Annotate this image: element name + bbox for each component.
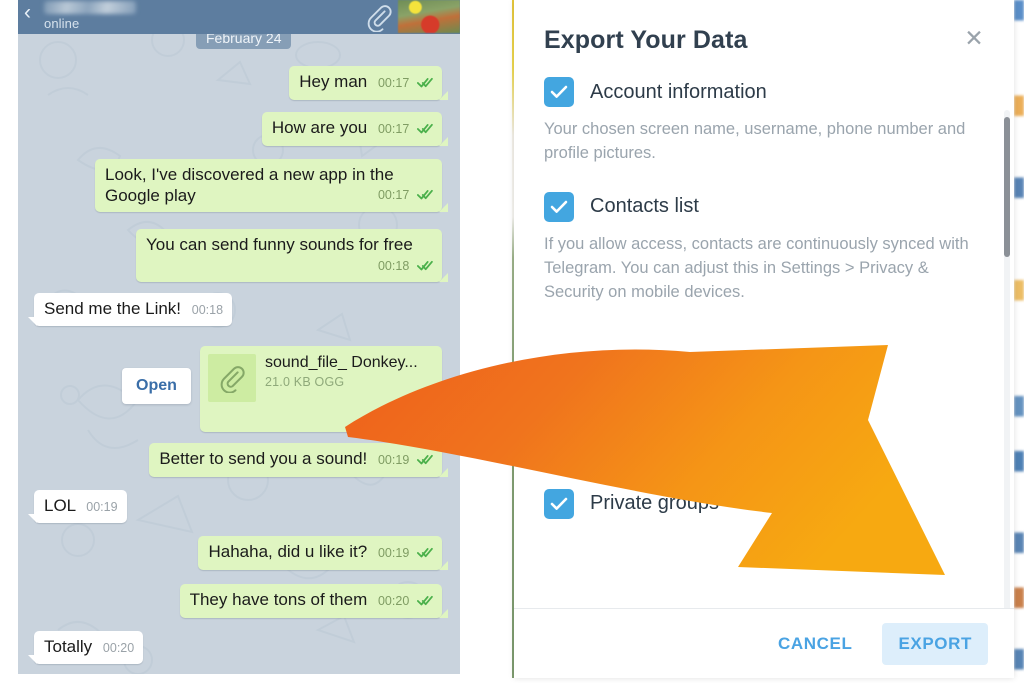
- option-bot-chats[interactable]: Bot chats: [544, 438, 984, 469]
- option-description: Your chosen screen name, username, phone…: [544, 120, 966, 162]
- dialog-footer: CANCEL EXPORT: [514, 608, 1014, 678]
- export-data-dialog: Export Your Data ✕ Account information Y…: [514, 0, 1014, 678]
- message-meta: 00:20: [378, 590, 433, 612]
- message-meta: 00:17: [378, 72, 433, 94]
- checkbox-unchecked-icon[interactable]: [544, 438, 574, 469]
- message-text: How are you: [271, 118, 368, 137]
- chat-header: ‹ online: [18, 0, 460, 34]
- message-text: Hahaha, did u like it?: [208, 542, 368, 561]
- dialog-header: Export Your Data ✕: [514, 0, 1014, 55]
- telegram-chat-panel: ‹ online February 24 Hey man 00:17 How a…: [18, 0, 460, 674]
- export-dialog-stage: Export Your Data ✕ Account information Y…: [462, 0, 1024, 683]
- message-meta: 00:18: [378, 255, 433, 277]
- option-label: Private groups: [590, 492, 719, 515]
- message-text: Send me the Link!: [44, 299, 182, 318]
- message-bubble[interactable]: Look, I've discovered a new app in the G…: [95, 159, 448, 213]
- read-ticks-icon: [417, 591, 433, 612]
- message-time: 00:20: [377, 594, 410, 608]
- read-ticks-icon: [417, 73, 433, 94]
- message-time: 00:17: [377, 187, 410, 202]
- message-bubble[interactable]: Totally 00:20: [27, 631, 144, 664]
- message-bubble[interactable]: Hahaha, did u like it? 00:19: [198, 536, 448, 570]
- read-ticks-icon: [417, 543, 433, 564]
- option-personal-chats[interactable]: Personal chats: [544, 388, 984, 419]
- chat-wallpaper-doodles: [39, 23, 427, 674]
- message-meta: 00:17: [378, 118, 433, 140]
- option-contacts-list[interactable]: Contacts list: [544, 191, 984, 222]
- peer-avatar-photo[interactable]: [398, 0, 460, 33]
- message-time: 00:18: [191, 303, 224, 317]
- message-bubble[interactable]: They have tons of them 00:20: [179, 584, 449, 618]
- read-ticks-icon: [417, 450, 433, 471]
- option-label: Personal chats: [590, 392, 723, 415]
- back-chevron-icon[interactable]: ‹: [24, 2, 40, 24]
- message-time: 00:18: [378, 411, 410, 425]
- option-label: Account information: [590, 80, 767, 103]
- message-text: You can send funny sounds for free: [146, 235, 413, 254]
- dialog-scrollbar-thumb[interactable]: [1004, 117, 1010, 257]
- message-meta: 00:19: [378, 449, 433, 471]
- message-time: 00:20: [102, 641, 135, 655]
- background-right-edge: [1014, 0, 1024, 683]
- dialog-title: Export Your Data: [544, 26, 748, 54]
- message-meta: 00:17: [378, 184, 433, 206]
- message-text: Totally: [44, 637, 93, 656]
- option-private-groups[interactable]: Private groups: [544, 488, 984, 519]
- option-label: Contacts list: [590, 195, 699, 218]
- file-size: 21.0 KB OGG: [265, 375, 345, 389]
- read-ticks-icon: [417, 119, 433, 140]
- peer-name-redacted: [44, 1, 136, 14]
- file-name: sound_file_ Donkey...: [265, 354, 418, 371]
- peer-info[interactable]: online: [44, 1, 136, 31]
- dialog-body: Account information Your chosen screen n…: [514, 55, 1014, 608]
- message-time: 00:18: [377, 258, 410, 273]
- message-text: Better to send you a sound!: [159, 449, 368, 468]
- message-time: 00:17: [377, 76, 410, 90]
- message-bubble[interactable]: LOL 00:19: [28, 490, 127, 523]
- message-text: Hey man: [299, 72, 368, 91]
- message-bubble[interactable]: Better to send you a sound! 00:19: [149, 443, 448, 477]
- message-time: 00:19: [86, 500, 118, 514]
- message-time: 00:19: [377, 453, 410, 467]
- message-time: 00:19: [377, 546, 410, 560]
- close-icon[interactable]: ✕: [962, 27, 986, 51]
- file-paperclip-icon: [208, 354, 256, 402]
- screenshot-root: ‹ online February 24 Hey man 00:17 How a…: [0, 0, 1024, 683]
- read-ticks-icon: [417, 256, 433, 277]
- export-button[interactable]: EXPORT: [882, 622, 988, 665]
- file-meta: sound_file_ Donkey... 21.0 KB OGG: [265, 354, 418, 389]
- message-bubble[interactable]: How are you 00:17: [261, 112, 449, 146]
- message-meta: 00:20: [103, 637, 134, 658]
- read-ticks-icon: [417, 185, 433, 206]
- message-text: LOL: [44, 496, 76, 515]
- message-bubble[interactable]: Hey man 00:17: [289, 66, 448, 100]
- read-ticks-icon: [417, 410, 433, 428]
- message-text: They have tons of them: [189, 590, 368, 609]
- checkbox-checked-icon[interactable]: [544, 77, 574, 107]
- message-meta: 00:18: [378, 409, 433, 428]
- checkbox-checked-icon[interactable]: [544, 191, 574, 222]
- cancel-button[interactable]: CANCEL: [762, 623, 868, 665]
- paperclip-icon[interactable]: [364, 2, 394, 37]
- option-label: Bot chats: [590, 442, 674, 465]
- message-bubble[interactable]: Send me the Link! 00:18: [27, 293, 233, 326]
- message-meta: 00:18: [192, 299, 223, 320]
- message-time: 00:17: [377, 122, 410, 136]
- message-meta: 00:19: [86, 496, 117, 517]
- option-description: If you allow access, contacts are contin…: [544, 234, 969, 301]
- checkbox-checked-icon[interactable]: [544, 488, 574, 519]
- message-meta: 00:19: [378, 542, 433, 564]
- message-bubble[interactable]: You can send funny sounds for free 00:18: [136, 229, 448, 283]
- file-message-bubble[interactable]: sound_file_ Donkey... 21.0 KB OGG 00:18: [200, 346, 448, 432]
- message-text: Look, I've discovered a new app in the G…: [105, 165, 394, 205]
- peer-status: online: [44, 16, 80, 31]
- open-file-button[interactable]: Open: [122, 368, 191, 404]
- option-account-information[interactable]: Account information: [544, 77, 984, 107]
- checkbox-checked-icon[interactable]: [544, 388, 574, 419]
